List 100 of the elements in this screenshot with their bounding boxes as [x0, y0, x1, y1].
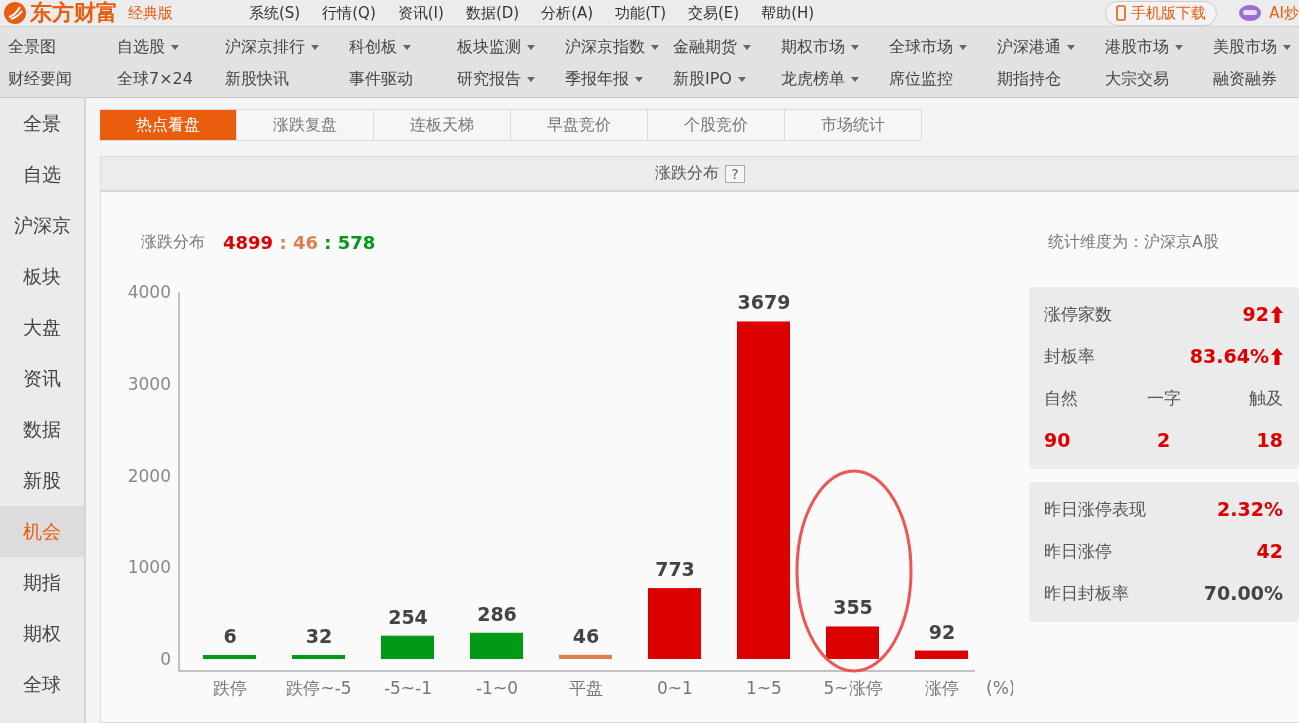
nav-link[interactable]: 期指持仓 — [997, 68, 1105, 90]
nav-link[interactable]: 财经要闻 — [8, 68, 117, 90]
x-category-label: 涨停 — [925, 678, 959, 698]
edition-label: 经典版 — [128, 3, 173, 23]
stat-label: 昨日封板率 — [1044, 581, 1129, 605]
caret-icon — [527, 76, 535, 82]
stat-label: 自然 — [1044, 386, 1078, 410]
x-category-label: 平盘 — [569, 678, 603, 698]
nav-link[interactable]: 新股IPO — [673, 68, 781, 90]
caret-icon — [1283, 44, 1291, 50]
menu-item[interactable]: 数据(D) — [465, 3, 520, 23]
bar-value-label: 355 — [833, 596, 873, 619]
nav-link[interactable]: 美股市场 — [1213, 36, 1299, 58]
nav-link[interactable]: 港股市场 — [1105, 36, 1213, 58]
sidebar-item[interactable]: 新股 — [0, 455, 84, 506]
nav-link[interactable]: 大宗交易 — [1105, 68, 1213, 90]
bar-value-label: 46 — [572, 624, 600, 647]
sidebar-item[interactable]: 自选 — [0, 149, 84, 200]
caret-icon — [651, 44, 659, 50]
caret-icon — [171, 44, 179, 50]
stat-value: 2 — [1156, 429, 1171, 451]
nav-link[interactable]: 事件驱动 — [349, 68, 457, 90]
y-tick-label: 1000 — [127, 557, 171, 578]
caret-icon — [737, 76, 746, 82]
help-button[interactable]: ? — [725, 164, 745, 183]
nav-link[interactable]: 全球7×24 — [117, 68, 225, 90]
advance-decline-ratio: 4899 : 46 : 578 — [223, 231, 376, 253]
nav-link[interactable]: 板块监测 — [457, 36, 565, 58]
nav-link[interactable]: 科创板 — [349, 36, 457, 58]
menu-item[interactable]: 系统(S) — [249, 3, 301, 23]
menu-item[interactable]: 行情(Q) — [322, 3, 376, 23]
y-tick-label: 0 — [160, 649, 171, 669]
nav-link[interactable]: 沪深港通 — [997, 36, 1105, 58]
sidebar-item[interactable]: 大盘 — [0, 302, 84, 353]
caret-icon — [959, 44, 967, 50]
nav-link[interactable]: 沪深京指数 — [565, 36, 673, 58]
stat-label: 触及 — [1249, 386, 1283, 410]
nav-link[interactable]: 龙虎榜单 — [781, 68, 889, 90]
sidebar-item[interactable]: 板块 — [0, 251, 84, 302]
nav-link[interactable]: 研究报告 — [457, 68, 565, 90]
caret-icon — [1067, 44, 1075, 50]
x-category-label: 5~涨停 — [823, 678, 883, 698]
stat-value: 92 — [1242, 303, 1283, 325]
nav-link[interactable]: 金融期货 — [673, 36, 781, 58]
summary-label: 涨跌分布 — [141, 231, 205, 253]
sidebar-item[interactable]: 全球 — [0, 659, 84, 710]
tab[interactable]: 连板天梯 — [374, 109, 511, 141]
phone-icon — [1116, 5, 1127, 21]
caret-icon — [527, 44, 535, 50]
nav-link[interactable]: 全球市场 — [889, 36, 997, 58]
robot-icon — [1237, 3, 1264, 23]
sidebar-item[interactable]: 数据 — [0, 404, 84, 455]
menu-item[interactable]: 帮助(H) — [761, 3, 815, 23]
menu-item[interactable]: 资讯(I) — [397, 3, 444, 23]
stat-label: 昨日涨停 — [1044, 539, 1112, 563]
logo-icon — [4, 2, 26, 24]
caret-icon — [1175, 44, 1183, 50]
nav-link[interactable]: 席位监控 — [889, 68, 997, 90]
bar-value-label: 773 — [655, 558, 695, 581]
nav-link[interactable]: 季报年报 — [565, 68, 673, 90]
caret-icon — [851, 76, 859, 82]
bar-value-label: 254 — [388, 605, 428, 628]
nav-link[interactable]: 沪深京排行 — [225, 36, 349, 58]
sidebar-item[interactable]: 沪深京 — [0, 200, 84, 251]
menu-item[interactable]: 功能(T) — [615, 3, 666, 23]
nav-link[interactable]: 全景图 — [8, 36, 117, 58]
nav-link[interactable]: 新股快讯 — [225, 68, 349, 90]
sidebar-item[interactable]: 期权 — [0, 608, 84, 659]
y-tick-label: 2000 — [127, 465, 171, 486]
bar-value-label: 286 — [477, 602, 517, 625]
tab[interactable]: 涨跌复盘 — [237, 109, 374, 141]
x-category-label: 0~1 — [657, 678, 693, 698]
tab[interactable]: 早盘竞价 — [511, 109, 648, 141]
y-tick-label: 3000 — [127, 373, 171, 394]
bar-value-label: 92 — [928, 620, 956, 643]
nav-link[interactable]: 融资融券 — [1213, 68, 1299, 90]
x-category-label: 跌停~-5 — [286, 678, 352, 698]
caret-icon — [743, 44, 751, 50]
tab[interactable]: 个股竞价 — [648, 109, 785, 141]
menu-item[interactable]: 分析(A) — [541, 3, 594, 23]
y-tick-label: 4000 — [127, 282, 171, 302]
caret-icon — [635, 76, 643, 82]
stat-value: 18 — [1256, 429, 1283, 451]
app-logo: 东方财富 — [30, 0, 118, 27]
stat-label: 涨停家数 — [1044, 302, 1112, 326]
menu-item[interactable]: 交易(E) — [688, 3, 740, 23]
bar-value-label: 3679 — [737, 291, 791, 314]
sidebar-item[interactable]: 全景 — [0, 98, 84, 149]
sidebar-item[interactable]: 资讯 — [0, 353, 84, 404]
nav-link[interactable]: 期权市场 — [781, 36, 889, 58]
caret-icon — [851, 44, 859, 50]
nav-link[interactable]: 自选股 — [117, 36, 225, 58]
stat-value: 90 — [1044, 429, 1071, 451]
stat-value: 70.00% — [1203, 582, 1283, 604]
x-category-label: 跌停 — [213, 678, 247, 698]
tab[interactable]: 市场统计 — [785, 109, 922, 141]
sidebar-item[interactable]: 期指 — [0, 557, 84, 608]
up-arrow-icon — [1271, 305, 1283, 323]
caret-icon — [403, 44, 411, 50]
scope-label: 统计维度为：沪深京A股 — [1048, 231, 1219, 253]
